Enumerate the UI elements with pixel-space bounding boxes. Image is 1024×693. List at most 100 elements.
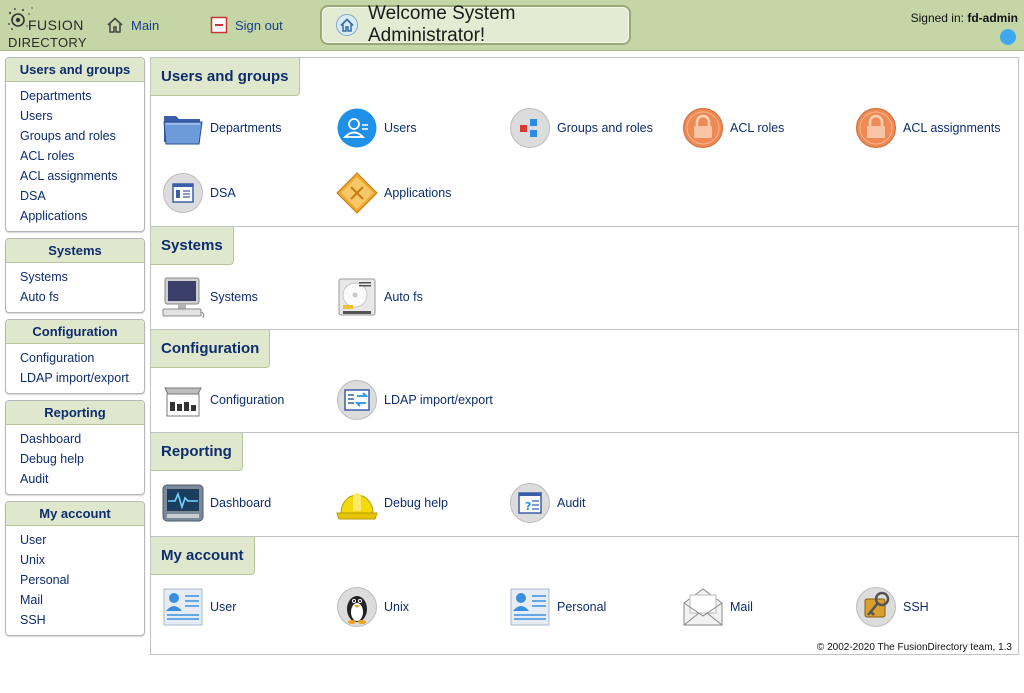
user-card-icon bbox=[161, 585, 205, 629]
sidebar-item-applications[interactable]: Applications bbox=[20, 206, 144, 226]
item-ldap-import-export[interactable]: LDAP import/export bbox=[335, 378, 493, 422]
sidebar-item-mail[interactable]: Mail bbox=[20, 590, 144, 610]
item-systems[interactable]: Systems bbox=[161, 275, 258, 319]
folder-icon bbox=[161, 106, 205, 150]
item-unix[interactable]: Unix bbox=[335, 585, 409, 629]
sidebar-item-auto-fs[interactable]: Auto fs bbox=[20, 287, 144, 307]
item-label: Mail bbox=[730, 600, 753, 614]
sidebar-item-audit[interactable]: Audit bbox=[20, 469, 144, 489]
section-configuration: Configuration Configuration LDAP import/… bbox=[151, 330, 1018, 433]
item-label: Dashboard bbox=[210, 496, 272, 510]
sidebar-group-title: Configuration bbox=[6, 320, 144, 344]
sidebar-item-dashboard[interactable]: Dashboard bbox=[20, 429, 144, 449]
sidebar-item-user[interactable]: User bbox=[20, 530, 144, 550]
sidebar-menu: Users and groups Departments Users Group… bbox=[5, 57, 145, 642]
ldap-import-export-icon bbox=[335, 378, 379, 422]
hard-hat-icon bbox=[335, 481, 379, 525]
main-content: Users and groups Departments Users Group… bbox=[150, 57, 1019, 655]
footer-copyright: © 2002-2020 The FusionDirectory team, 1.… bbox=[816, 642, 1012, 653]
sidebar-item-acl-assignments[interactable]: ACL assignments bbox=[20, 166, 144, 186]
sidebar-group-users-and-groups: Users and groups Departments Users Group… bbox=[5, 57, 145, 232]
sidebar-group-my-account: My account User Unix Personal Mail SSH bbox=[5, 501, 145, 636]
item-dsa[interactable]: DSA bbox=[161, 171, 236, 215]
item-groups-and-roles[interactable]: Groups and roles bbox=[508, 106, 653, 150]
item-label: Unix bbox=[384, 600, 410, 614]
sign-out-icon bbox=[210, 16, 228, 34]
item-label: Personal bbox=[557, 600, 607, 614]
home-icon bbox=[336, 14, 358, 36]
sidebar-group-configuration: Configuration Configuration LDAP import/… bbox=[5, 319, 145, 394]
audit-icon: ? bbox=[508, 481, 552, 525]
item-debug-help[interactable]: Debug help bbox=[335, 481, 448, 525]
sidebar-item-unix[interactable]: Unix bbox=[20, 550, 144, 570]
item-label: LDAP import/export bbox=[384, 393, 493, 407]
item-acl-assignments[interactable]: ACL assignments bbox=[854, 106, 1001, 150]
sidebar-item-ldap-import-export[interactable]: LDAP import/export bbox=[20, 368, 144, 388]
item-label: Departments bbox=[210, 121, 282, 135]
ssh-key-icon bbox=[854, 585, 898, 629]
item-applications[interactable]: Applications bbox=[335, 171, 451, 215]
home-icon bbox=[106, 16, 124, 34]
section-title: Reporting bbox=[151, 433, 243, 471]
top-header: FUSION DIRECTORY Main Sign out Welcome S… bbox=[0, 0, 1024, 51]
dsa-icon bbox=[161, 171, 205, 215]
item-configuration[interactable]: Configuration bbox=[161, 378, 284, 422]
sidebar-item-ssh[interactable]: SSH bbox=[20, 610, 144, 630]
signed-in-prefix: Signed in: bbox=[910, 11, 968, 25]
user-circle-icon bbox=[335, 106, 379, 150]
signed-in-user[interactable]: fd-admin bbox=[967, 11, 1018, 25]
sidebar-item-dsa[interactable]: DSA bbox=[20, 186, 144, 206]
item-label: Systems bbox=[210, 290, 258, 304]
item-users[interactable]: Users bbox=[335, 106, 417, 150]
logo-text-fusion: FUSION bbox=[28, 17, 84, 33]
section-systems: Systems Systems Auto fs bbox=[151, 227, 1018, 330]
sidebar-item-groups-and-roles[interactable]: Groups and roles bbox=[20, 126, 144, 146]
sign-out-link[interactable]: Sign out bbox=[210, 14, 283, 36]
item-label: DSA bbox=[210, 186, 236, 200]
item-label: Debug help bbox=[384, 496, 448, 510]
section-title: Configuration bbox=[151, 330, 271, 368]
penguin-icon bbox=[335, 585, 379, 629]
item-label: Audit bbox=[557, 496, 586, 510]
sidebar-item-systems[interactable]: Systems bbox=[20, 267, 144, 287]
sidebar-group-title: Reporting bbox=[6, 401, 144, 425]
sidebar-item-users[interactable]: Users bbox=[20, 106, 144, 126]
sidebar-group-title: Users and groups bbox=[6, 58, 144, 82]
section-title: Systems bbox=[151, 227, 234, 265]
item-ssh[interactable]: SSH bbox=[854, 585, 929, 629]
item-label: Applications bbox=[384, 186, 452, 200]
item-label: Auto fs bbox=[384, 290, 423, 304]
sidebar-item-configuration[interactable]: Configuration bbox=[20, 348, 144, 368]
item-dashboard[interactable]: Dashboard bbox=[161, 481, 271, 525]
item-acl-roles[interactable]: ACL roles bbox=[681, 106, 784, 150]
sidebar-item-debug-help[interactable]: Debug help bbox=[20, 449, 144, 469]
sidebar-group-reporting: Reporting Dashboard Debug help Audit bbox=[5, 400, 145, 495]
status-indicator-icon bbox=[1000, 29, 1016, 45]
main-link[interactable]: Main bbox=[106, 14, 159, 36]
lock-icon bbox=[681, 106, 725, 150]
item-mail[interactable]: Mail bbox=[681, 585, 753, 629]
groups-icon bbox=[508, 106, 552, 150]
item-label: ACL roles bbox=[730, 121, 785, 135]
item-personal[interactable]: Personal bbox=[508, 585, 606, 629]
user-card-icon bbox=[508, 585, 552, 629]
sidebar-item-departments[interactable]: Departments bbox=[20, 86, 144, 106]
item-label: ACL assignments bbox=[903, 121, 1001, 135]
logo-text-directory: DIRECTORY bbox=[8, 35, 87, 50]
fusiondirectory-logo[interactable]: FUSION DIRECTORY bbox=[6, 4, 86, 50]
main-link-label: Main bbox=[131, 17, 160, 33]
item-auto-fs[interactable]: Auto fs bbox=[335, 275, 423, 319]
item-label: User bbox=[210, 600, 237, 614]
item-departments[interactable]: Departments bbox=[161, 106, 282, 150]
sidebar-group-title: Systems bbox=[6, 239, 144, 263]
welcome-banner: Welcome System Administrator! bbox=[320, 3, 631, 46]
item-audit[interactable]: ? Audit bbox=[508, 481, 586, 525]
sidebar-item-acl-roles[interactable]: ACL roles bbox=[20, 146, 144, 166]
item-label: SSH bbox=[903, 600, 929, 614]
sidebar-item-personal[interactable]: Personal bbox=[20, 570, 144, 590]
section-my-account: My account User Unix Personal Mail SSH bbox=[151, 537, 1018, 640]
configuration-icon bbox=[161, 378, 205, 422]
dashboard-monitor-icon bbox=[161, 481, 205, 525]
section-title: Users and groups bbox=[151, 58, 300, 96]
item-user[interactable]: User bbox=[161, 585, 236, 629]
